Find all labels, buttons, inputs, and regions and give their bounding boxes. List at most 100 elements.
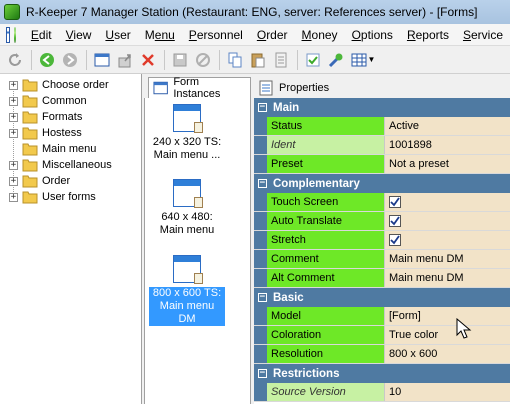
collapse-minus-icon[interactable]: − [258,103,267,112]
category-basic[interactable]: − Basic [254,288,510,307]
property-value[interactable]: True color [385,326,510,344]
instance-item[interactable]: 640 x 480: Main menu [149,179,225,237]
tree-item-common[interactable]: + Common [0,93,141,109]
folder-icon [22,159,38,172]
check-button[interactable] [302,49,324,71]
document-button[interactable] [270,49,292,71]
property-row[interactable]: Stretch [254,231,510,250]
back-button[interactable] [36,49,58,71]
row-gutter [254,307,267,325]
menu-options[interactable]: Options [345,28,400,42]
property-value[interactable]: 10 [385,383,510,401]
tree-item-hostess[interactable]: + Hostess [0,125,141,141]
instance-item[interactable]: 240 x 320 TS: Main menu ... [149,104,225,162]
menu-menu[interactable]: Menu [138,28,182,42]
tree-item-miscellaneous[interactable]: + Miscellaneous [0,157,141,173]
property-row[interactable]: Preset Not a preset [254,155,510,174]
cancel-button[interactable] [192,49,214,71]
property-row[interactable]: Status Active [254,117,510,136]
property-row[interactable]: Alt Comment Main menu DM [254,269,510,288]
property-value[interactable]: 1001898 [385,136,510,154]
touch-screen-checkbox[interactable] [389,196,401,208]
property-row[interactable]: Source Version 10 [254,383,510,402]
property-value[interactable]: Main menu DM [385,250,510,268]
grid-icon [351,53,367,66]
menu-personnel[interactable]: Personnel [182,28,250,42]
menu-view[interactable]: View [59,28,99,42]
menu-service[interactable]: Service [456,28,510,42]
save-button[interactable] [169,49,191,71]
grid-view-button[interactable]: ▼ [348,49,378,71]
copy-button[interactable] [224,49,246,71]
form-icon [173,179,203,208]
delete-x-icon [142,53,154,66]
property-value[interactable]: Not a preset [385,155,510,173]
chevron-down-icon: ▼ [367,55,376,64]
property-name: Preset [267,155,385,173]
expand-plus-icon[interactable]: + [9,192,18,202]
tree-item-label: Hostess [42,127,82,139]
menu-bar: Edit View User Menu Personnel Order Mone… [0,24,510,46]
menu-user[interactable]: User [98,28,137,42]
tree-item-choose-order[interactable]: + Choose order [0,77,141,93]
property-value[interactable]: Main menu DM [385,269,510,287]
property-row[interactable]: Resolution 800 x 600 [254,345,510,364]
instance-caption: 800 x 600 TS: Main menu DM [149,287,225,326]
property-value[interactable]: Active [385,117,510,135]
stretch-checkbox[interactable] [389,234,401,246]
tree-item-order[interactable]: + Order [0,173,141,189]
green-ball-icon[interactable] [13,26,16,43]
property-value[interactable]: 800 x 600 [385,345,510,363]
tab-properties[interactable]: Properties [254,77,354,98]
menu-order[interactable]: Order [250,28,295,42]
tools-button[interactable] [325,49,347,71]
instance-item-selected[interactable]: 800 x 600 TS: Main menu DM [149,255,225,326]
property-name: Model [267,307,385,325]
collapse-minus-icon[interactable]: − [258,369,267,378]
expand-plus-icon[interactable]: + [9,96,18,106]
expand-plus-icon[interactable]: + [9,128,18,138]
instance-line: Main menu [159,224,215,236]
expand-plus-icon[interactable]: + [9,176,18,186]
forward-button[interactable] [59,49,81,71]
expand-plus-icon[interactable]: + [9,112,18,122]
category-complementary[interactable]: − Complementary [254,174,510,193]
property-value[interactable]: [Form] [385,307,510,325]
property-row[interactable]: Auto Translate [254,212,510,231]
tree-item-formats[interactable]: + Formats [0,109,141,125]
export-button[interactable] [114,49,136,71]
tree-item-user-forms[interactable]: + User forms [0,189,141,205]
forward-arrow-icon [63,52,77,67]
folder-icon [22,191,38,204]
category-main[interactable]: − Main [254,98,510,117]
toolbar-separator [297,49,298,70]
tree-item-label: Choose order [42,79,109,91]
tree-item-main-menu[interactable]: Main menu [0,141,141,157]
collapse-minus-icon[interactable]: − [258,179,267,188]
row-gutter [254,136,267,154]
property-row[interactable]: Ident 1001898 [254,136,510,155]
expand-plus-icon[interactable]: + [9,160,18,170]
collapse-minus-icon[interactable]: − [258,293,267,302]
forms-tree: + Choose order + Common + Formats + Host… [0,74,142,404]
delete-button[interactable] [137,49,159,71]
menu-edit[interactable]: Edit [24,28,59,42]
folder-icon [22,95,38,108]
window-icon[interactable] [6,26,10,43]
menu-money[interactable]: Money [295,28,345,42]
back-arrow-icon [40,52,54,67]
menu-reports[interactable]: Reports [400,28,456,42]
refresh-button[interactable] [4,49,26,71]
tab-form-instances[interactable]: Form Instances [148,76,251,100]
category-restrictions[interactable]: − Restrictions [254,364,510,383]
new-window-button[interactable] [91,49,113,71]
check-icon [390,197,400,207]
auto-translate-checkbox[interactable] [389,215,401,227]
property-row[interactable]: Comment Main menu DM [254,250,510,269]
expand-plus-icon[interactable]: + [9,80,18,90]
properties-icon [259,80,273,95]
property-row[interactable]: Touch Screen [254,193,510,212]
paste-button[interactable] [247,49,269,71]
row-gutter [254,250,267,268]
title-bar: R-Keeper 7 Manager Station (Restaurant: … [0,0,510,24]
